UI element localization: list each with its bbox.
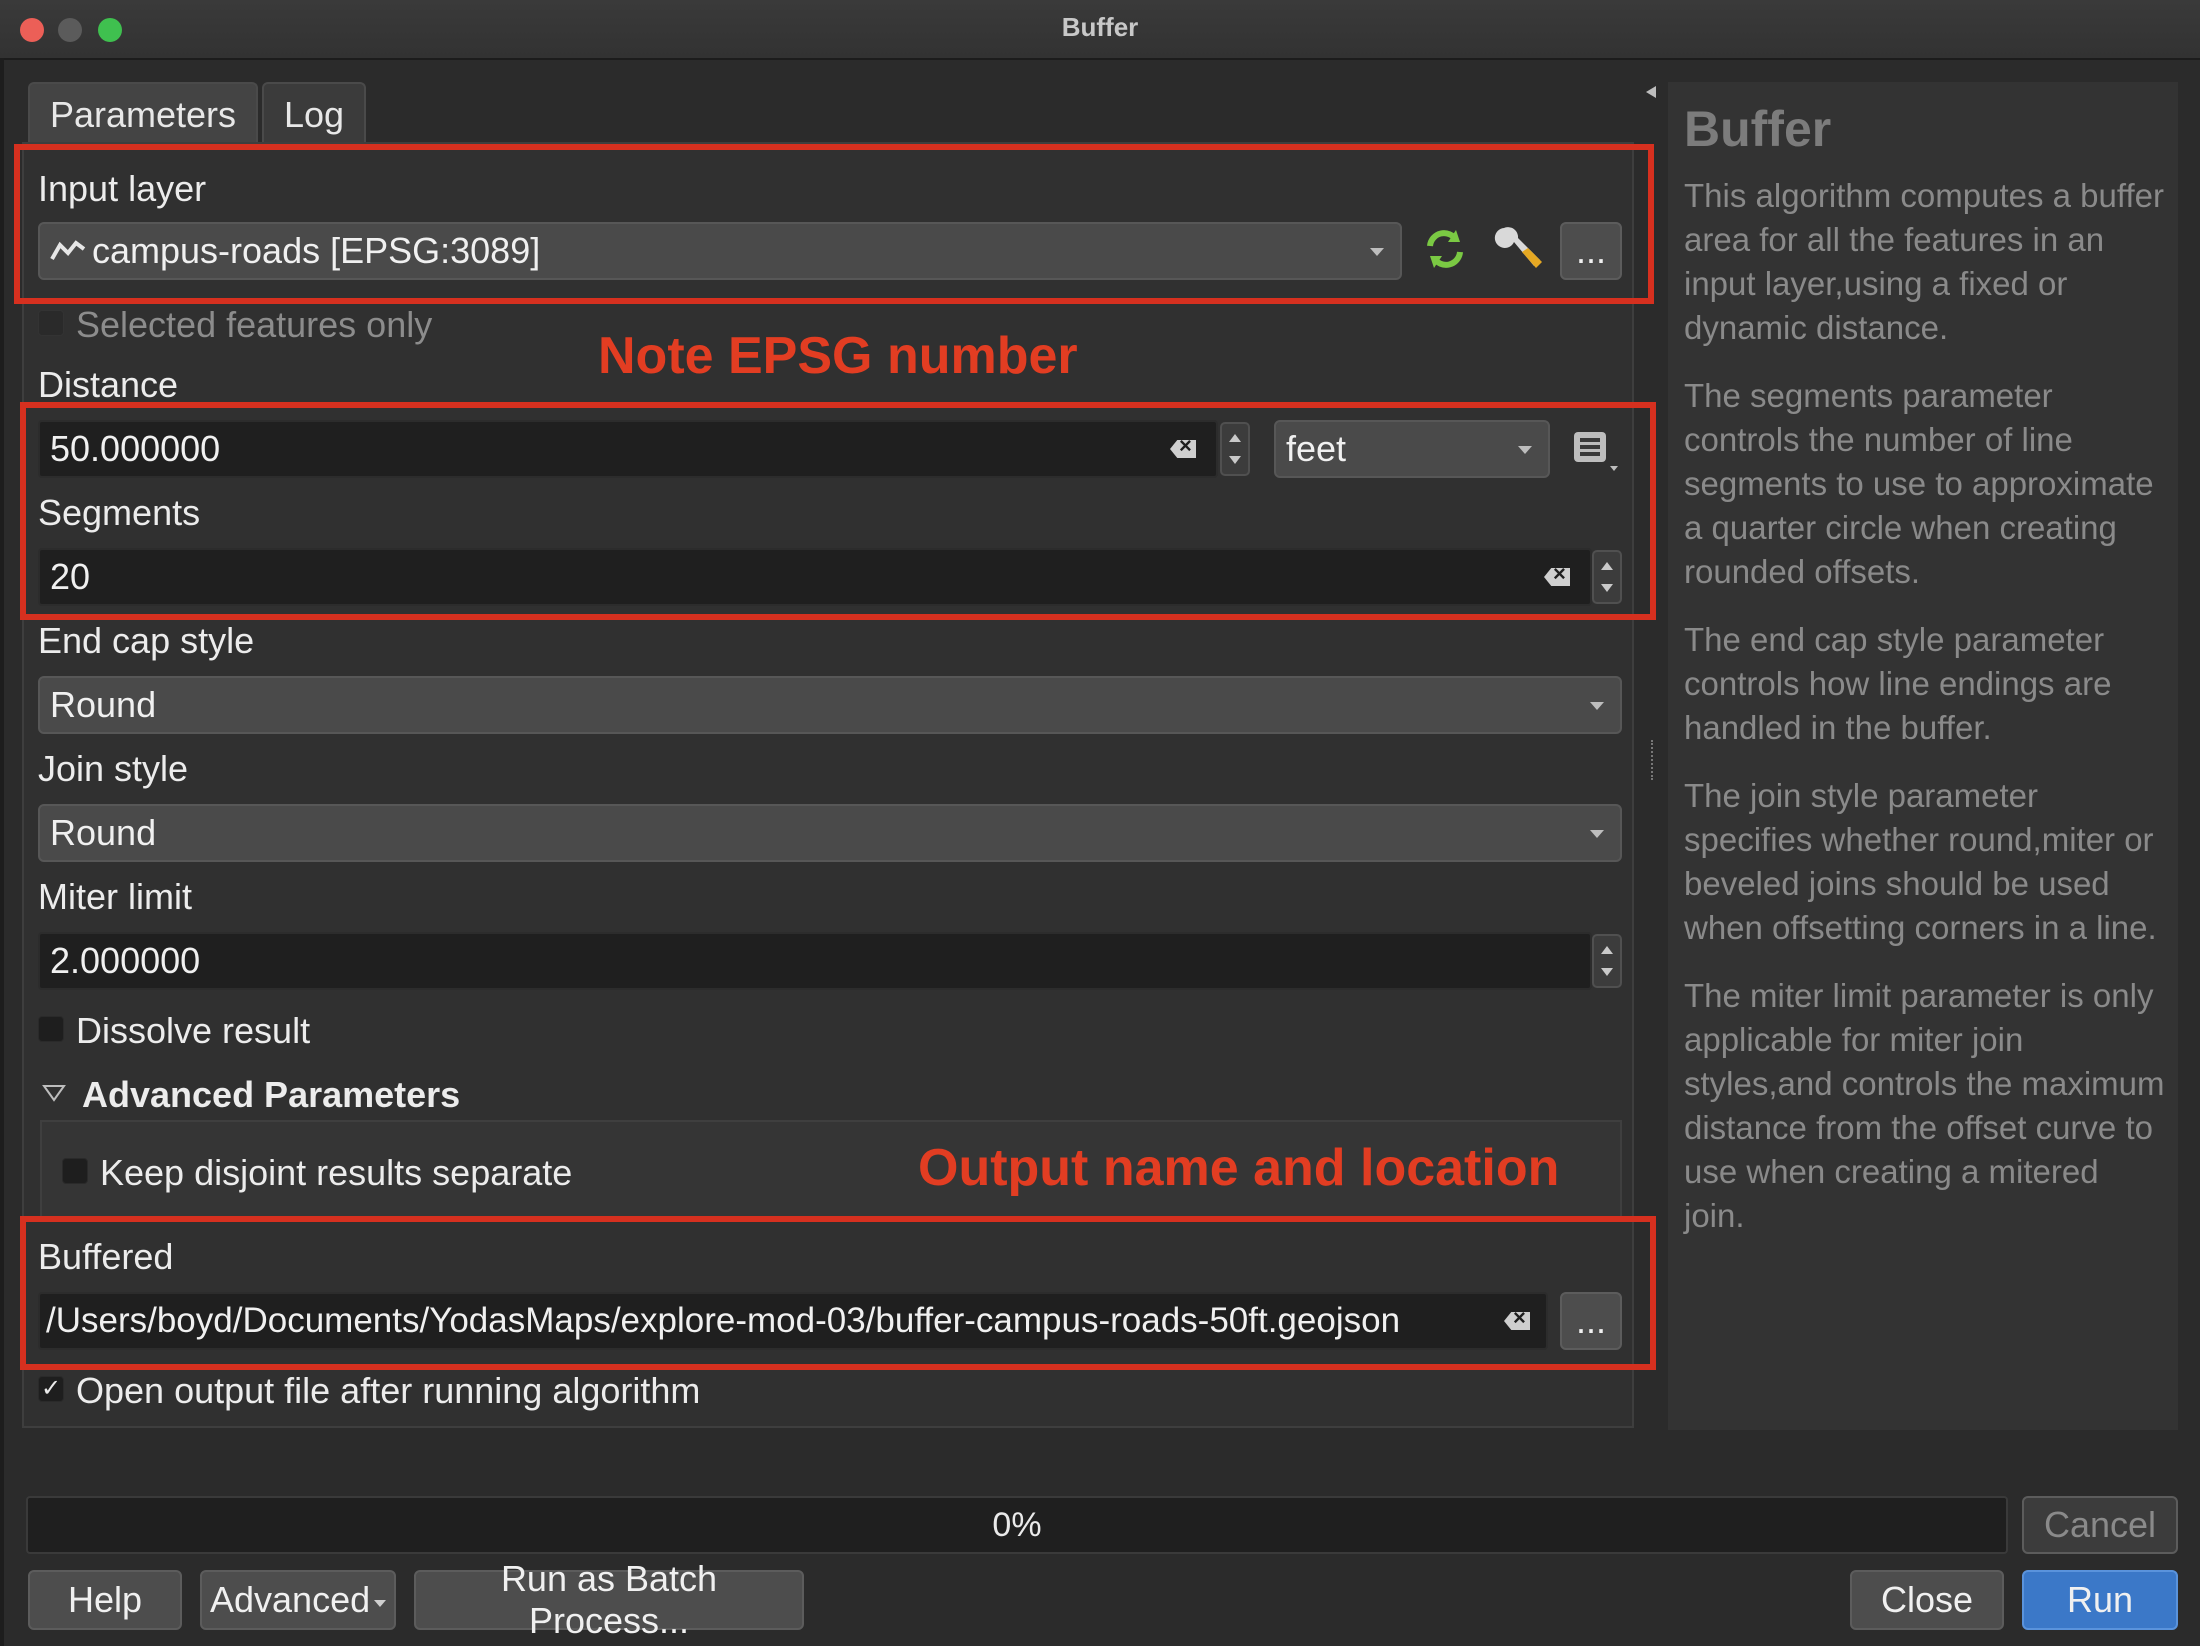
dissolve-label: Dissolve result [76,1010,311,1051]
open-output-label: Open output file after running algorithm [76,1370,701,1411]
run-batch-button[interactable]: Run as Batch Process... [414,1558,804,1641]
advanced-button[interactable]: Advanced [200,1570,396,1630]
chevron-down-icon [1590,830,1604,838]
join-style-value: Round [50,812,157,853]
chevron-down-icon [1590,702,1604,710]
annotation-epsg-note: Note EPSG number [598,327,1078,385]
annotation-box-output [20,1216,1656,1370]
end-cap-combo[interactable]: Round [38,676,1622,734]
keep-disjoint-label: Keep disjoint results separate [100,1152,573,1193]
annotation-output-note: Output name and location [918,1139,1560,1197]
progress-bar: 0% [26,1496,2008,1554]
annotation-box-distance-segments [20,402,1656,620]
help-title: Buffer [1684,101,1832,157]
chevron-down-icon [374,1600,386,1607]
splitter-handle[interactable] [1651,740,1657,780]
run-button[interactable]: Run [2022,1570,2178,1630]
help-paragraph: This algorithm computes a buffer area fo… [1684,177,2164,346]
window-edge [0,58,4,1646]
title-bar: Buffer [0,0,2200,60]
miter-limit-value: 2.000000 [50,940,201,981]
selected-only-checkbox[interactable] [38,310,64,336]
help-panel: Buffer This algorithm computes a buffer … [1668,82,2178,1430]
spin-up-icon[interactable] [1601,946,1613,954]
dissolve-checkbox[interactable] [38,1016,64,1042]
end-cap-label: End cap style [38,620,255,661]
help-paragraph: The segments parameter controls the numb… [1684,377,2154,590]
join-style-combo[interactable]: Round [38,804,1622,862]
help-paragraph: The miter limit parameter is only applic… [1684,977,2165,1234]
collapse-triangle-icon[interactable] [42,1084,66,1102]
help-button[interactable]: Help [28,1570,182,1630]
advanced-button-label: Advanced [210,1579,371,1620]
help-paragraph: The end cap style parameter controls how… [1684,621,2112,746]
join-style-label: Join style [38,748,189,789]
open-output-checkbox[interactable]: ✓ [38,1376,64,1402]
miter-limit-input[interactable]: 2.000000 [38,932,1592,990]
selected-only-label: Selected features only [76,304,433,345]
advanced-parameters-header[interactable]: Advanced Parameters [82,1074,460,1116]
tab-log[interactable]: Log [262,82,366,142]
keep-disjoint-checkbox[interactable] [62,1158,88,1184]
close-button[interactable]: Close [1850,1570,2004,1630]
window-title: Buffer [1061,12,1139,42]
miter-limit-label: Miter limit [38,876,192,917]
spin-down-icon[interactable] [1601,968,1613,976]
miter-limit-spinner[interactable] [1592,934,1622,988]
help-paragraph: The join style parameter specifies wheth… [1684,777,2157,946]
progress-label: 0% [992,1505,1042,1544]
collapse-help-icon[interactable] [1644,84,1658,100]
annotation-box-input-layer [14,144,1654,304]
tab-parameters[interactable]: Parameters [28,82,258,142]
end-cap-value: Round [50,684,157,725]
cancel-button[interactable]: Cancel [2022,1496,2178,1554]
distance-label: Distance [38,364,179,405]
